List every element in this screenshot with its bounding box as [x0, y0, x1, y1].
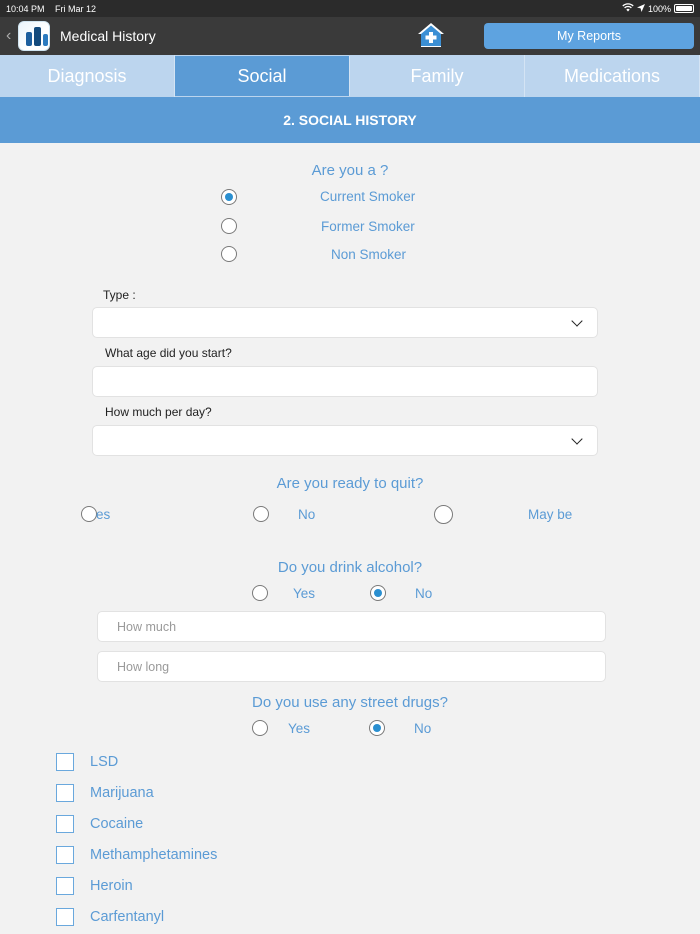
label-drugs-no: No [414, 721, 432, 736]
label-quit-no: No [298, 507, 316, 522]
tab-diagnosis[interactable]: Diagnosis [0, 55, 175, 97]
checkbox-carfentanyl[interactable] [56, 908, 74, 926]
quit-question: Are you ready to quit? [276, 475, 424, 492]
chevron-down-icon [571, 433, 583, 445]
label-drugs-yes: Yes [288, 721, 311, 736]
drug-label-methamphetamines: Methamphetamines [90, 847, 218, 863]
home-icon[interactable] [416, 20, 446, 50]
radio-quit-maybe[interactable] [434, 505, 453, 524]
radio-quit-yes[interactable] [81, 506, 97, 522]
alcohol-question: Do you drink alcohol? [277, 559, 423, 576]
checkbox-heroin[interactable] [56, 877, 74, 895]
radio-drugs-no[interactable] [369, 720, 385, 736]
radio-quit-no[interactable] [253, 506, 269, 522]
radio-alcohol-no[interactable] [370, 585, 386, 601]
label-non-smoker: Non Smoker [331, 247, 407, 262]
smoker-question: Are you a ? [311, 162, 389, 179]
location-icon [636, 3, 645, 14]
drug-label-cocaine: Cocaine [90, 816, 144, 832]
age-input[interactable] [92, 366, 598, 397]
label-alcohol-yes: Yes [293, 586, 316, 601]
label-quit-maybe: May be [528, 507, 573, 522]
drug-label-heroin: Heroin [90, 878, 133, 894]
status-date: Fri Mar 12 [55, 3, 97, 14]
radio-current-smoker[interactable] [221, 189, 237, 205]
app-logo [18, 21, 50, 51]
radio-alcohol-yes[interactable] [252, 585, 268, 601]
drugs-question: Do you use any street drugs? [252, 694, 448, 711]
per-day-select[interactable] [92, 425, 598, 456]
age-label: What age did you start? [105, 346, 232, 360]
status-time: 10:04 PM [6, 3, 45, 14]
battery-icon [674, 4, 694, 13]
back-chevron-icon[interactable]: ‹ [6, 27, 16, 45]
label-former-smoker: Former Smoker [321, 219, 415, 234]
per-day-label: How much per day? [105, 405, 212, 419]
tab-social[interactable]: Social [175, 56, 350, 96]
drug-label-lsd: LSD [90, 754, 119, 770]
tab-medications[interactable]: Medications [525, 55, 700, 97]
checkbox-methamphetamines[interactable] [56, 846, 74, 864]
how-long-placeholder: How long [117, 660, 170, 674]
my-reports-button[interactable]: My Reports [484, 23, 694, 49]
wifi-icon [622, 3, 634, 14]
type-select[interactable] [92, 307, 598, 338]
radio-former-smoker[interactable] [221, 218, 237, 234]
label-alcohol-no: No [415, 586, 433, 601]
drug-label-carfentanyl: Carfentanyl [90, 909, 165, 925]
status-bar: 10:04 PM Fri Mar 12 100% [0, 0, 700, 17]
how-much-placeholder: How much [117, 620, 177, 634]
type-label: Type : [103, 288, 136, 302]
section-title: 2. SOCIAL HISTORY [0, 97, 700, 143]
tab-bar: Diagnosis Social Family Medications [0, 55, 700, 97]
navbar: ‹ Medical History My Reports [0, 17, 700, 55]
radio-non-smoker[interactable] [221, 246, 237, 262]
label-current-smoker: Current Smoker [320, 189, 416, 204]
how-much-input[interactable]: How much [97, 611, 606, 642]
battery-percent: 100% [647, 3, 671, 14]
checkbox-cocaine[interactable] [56, 815, 74, 833]
nav-title: Medical History [60, 28, 156, 44]
drug-label-marijuana: Marijuana [90, 785, 154, 801]
radio-drugs-yes[interactable] [252, 720, 268, 736]
how-long-input[interactable]: How long [97, 651, 606, 682]
tab-family[interactable]: Family [350, 55, 525, 97]
checkbox-lsd[interactable] [56, 753, 74, 771]
chevron-down-icon [571, 315, 583, 327]
label-quit-yes: es [96, 507, 111, 522]
checkbox-marijuana[interactable] [56, 784, 74, 802]
